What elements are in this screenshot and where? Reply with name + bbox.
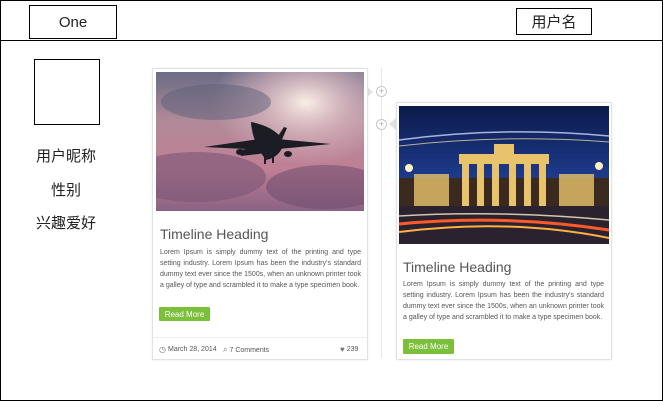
card-footer: ◷ March 28, 2014 ⌕ 7 Comments ♥ 239	[153, 337, 367, 360]
post-likes-text: 239	[346, 346, 359, 353]
card-pointer	[389, 118, 396, 130]
card-title: Timeline Heading	[403, 259, 512, 275]
clock-icon: ◷	[159, 345, 166, 354]
post-comments[interactable]: ⌕ 7 Comments	[223, 345, 269, 355]
profile-interests: 兴趣爱好	[35, 215, 96, 232]
heart-icon: ♥	[340, 345, 345, 354]
timeline-axis	[381, 68, 382, 358]
post-date: ◷ March 28, 2014	[159, 345, 217, 354]
comment-icon: ⌕	[223, 345, 228, 354]
brandenburg-gate-night-photo[interactable]	[399, 106, 609, 244]
card-body-text: Lorem Ipsum is simply dummy text of the …	[403, 281, 604, 321]
read-more-button[interactable]: Read More	[403, 339, 454, 354]
post-comments-text: 7 Comments	[229, 346, 270, 354]
site-logo[interactable]: One	[29, 5, 117, 39]
timeline-card: Timeline Heading Lorem Ipsum is simply d…	[396, 102, 612, 360]
profile-nickname: 用户昵称	[35, 148, 96, 165]
read-more-button[interactable]: Read More	[159, 307, 210, 321]
timeline-node-icon: +	[376, 119, 387, 130]
username-link[interactable]: 用户名	[516, 8, 592, 35]
post-likes[interactable]: ♥ 239	[340, 345, 358, 354]
timeline-node-icon: +	[376, 86, 387, 97]
airplane-photo[interactable]	[156, 72, 364, 211]
header-bar: One 用户名	[0, 0, 663, 41]
card-title: Timeline Heading	[160, 226, 269, 242]
card-body-text: Lorem Ipsum is simply dummy text of the …	[160, 249, 361, 289]
profile-gender: 性别	[50, 182, 81, 199]
timeline-card: Timeline Heading Lorem Ipsum is simply d…	[152, 68, 368, 360]
avatar[interactable]	[34, 59, 100, 125]
post-date-text: March 28, 2014	[167, 346, 217, 353]
